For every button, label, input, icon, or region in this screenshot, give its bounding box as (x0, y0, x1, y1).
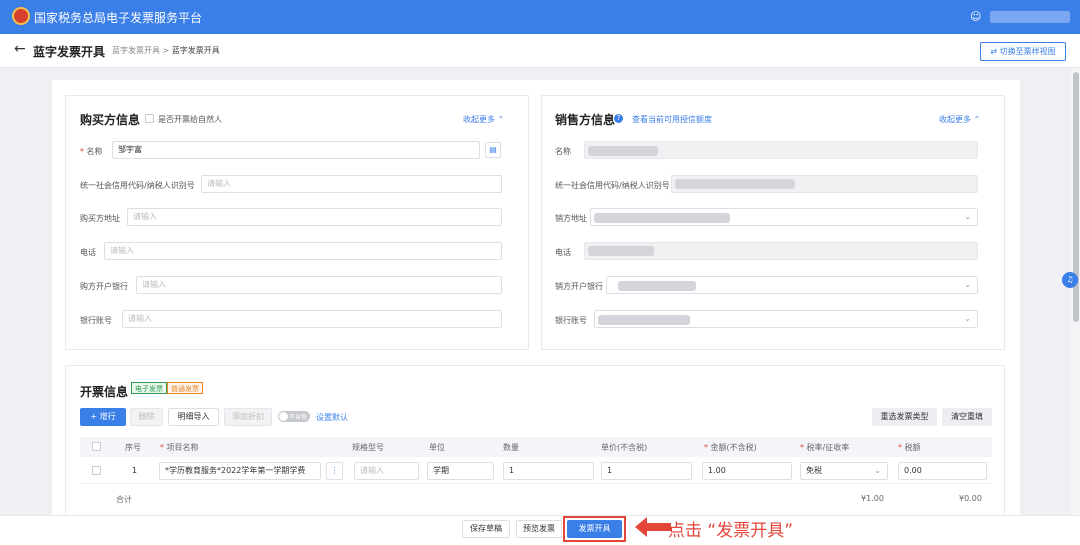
col-tax-rate: * 税率/征收率 (800, 443, 850, 452)
switch-view-label: 切换至票样视图 (999, 47, 1056, 56)
col-index: 序号 (125, 443, 141, 452)
breadcrumb: 蓝字发票开具 > 蓝字发票开具 (112, 45, 220, 56)
select-all-checkbox[interactable] (92, 442, 101, 451)
buyer-address-label: 购买方地址 (80, 214, 120, 223)
headset-icon[interactable]: ♫ (1062, 272, 1078, 288)
breadcrumb-current: 蓝字发票开具 (171, 46, 220, 55)
seller-panel-title: 销售方信息 (555, 113, 616, 127)
chevron-down-icon: ⌄ (964, 212, 971, 221)
col-spec: 规格型号 (352, 443, 384, 452)
col-unit-price: 单价(不含税) (601, 443, 648, 452)
unit-input[interactable]: 学期 (427, 462, 494, 480)
col-quantity: 数量 (503, 443, 519, 452)
tax-rate-value: 免税 (806, 466, 822, 475)
tax-amount-input[interactable]: 0.00 (898, 462, 987, 480)
buyer-taxid-label: 统一社会信用代码/纳税人识别号 (80, 181, 195, 190)
buyer-collapse-link[interactable]: 收起更多 ⌃ (463, 114, 504, 125)
seller-address-redacted (594, 213, 730, 223)
tax-rate-select[interactable]: 免税 ⌄ (800, 462, 888, 480)
seller-phone-redacted (588, 246, 654, 256)
user-name-redacted[interactable] (990, 11, 1070, 23)
row-checkbox[interactable] (92, 466, 101, 475)
tax-inclusive-toggle[interactable]: 不含税 (278, 411, 310, 422)
col-item-name: * 项目名称 (160, 443, 199, 452)
buyer-lookup-icon[interactable]: ▤ (485, 142, 501, 158)
buyer-phone-label: 电话 (80, 248, 96, 257)
switch-view-button[interactable]: ⇄ 切换至票样视图 (980, 42, 1066, 61)
clear-refill-button[interactable]: 清空重填 (942, 408, 992, 426)
unit-price-input[interactable]: 1 (601, 462, 692, 480)
back-arrow-icon[interactable]: ← (14, 41, 26, 57)
col-unit: 单位 (429, 443, 445, 452)
total-tax: ¥0.00 (959, 494, 982, 503)
save-draft-button[interactable]: 保存草稿 (462, 520, 510, 538)
add-row-button[interactable]: + 增行 (80, 408, 126, 426)
buyer-name-input[interactable]: 邹宇富 (112, 141, 480, 159)
preview-invoice-button[interactable]: 预览发票 (516, 520, 562, 538)
seller-collapse-link[interactable]: 收起更多 ⌃ (939, 114, 980, 125)
amount-input[interactable]: 1.00 (702, 462, 792, 480)
breadcrumb-parent[interactable]: 蓝字发票开具 (112, 46, 160, 55)
toggle-knob (279, 412, 288, 421)
chevron-down-icon: ⌄ (964, 280, 971, 289)
item-name-input[interactable]: *学历教育服务*2022学年第一学期学费 (159, 462, 321, 480)
app-title: 国家税务总局电子发票服务平台 (34, 11, 203, 25)
tax-emblem-logo (12, 7, 30, 25)
seller-bank-label: 销方开户银行 (555, 282, 603, 291)
buyer-bank-label: 购方开户银行 (80, 282, 128, 291)
quantity-input[interactable]: 1 (503, 462, 594, 480)
spec-input[interactable]: 请输入 (354, 462, 419, 480)
breadcrumb-separator: > (162, 46, 170, 55)
total-label: 合计 (116, 495, 132, 504)
annotation-arrow-icon (635, 517, 671, 537)
ordinary-invoice-tag: 普通发票 (167, 382, 203, 394)
issue-button-highlight (563, 516, 626, 542)
electronic-invoice-tag: 电子发票 (131, 382, 167, 394)
item-more-button[interactable]: ⋮ (326, 462, 343, 480)
seller-account-redacted (598, 315, 690, 325)
add-discount-button[interactable]: 添加折扣 (224, 408, 272, 426)
credit-limit-link[interactable]: 查看当前可用授信额度 (632, 114, 712, 125)
seller-taxid-redacted (675, 179, 795, 189)
chevron-down-icon: ⌄ (964, 314, 971, 323)
page-title: 蓝字发票开具 (33, 45, 106, 59)
set-default-link[interactable]: 设置默认 (316, 412, 348, 423)
seller-taxid-label: 统一社会信用代码/纳税人识别号 (555, 181, 670, 190)
user-icon[interactable]: ☺ (970, 10, 981, 23)
seller-name-redacted (588, 146, 658, 156)
toggle-label: 不含税 (289, 414, 308, 421)
top-bar: 国家税务总局电子发票服务平台 ☺ (0, 0, 1080, 34)
seller-account-label: 银行账号 (555, 316, 587, 325)
invoice-panel-title: 开票信息 (80, 385, 129, 399)
buyer-address-input[interactable]: 请输入 (127, 208, 502, 226)
seller-address-label: 销方地址 (555, 214, 587, 223)
seller-bank-redacted (618, 281, 696, 291)
total-amount: ¥1.00 (861, 494, 884, 503)
seller-phone-label: 电话 (555, 248, 571, 257)
buyer-account-label: 银行账号 (80, 316, 112, 325)
buyer-panel-title: 购买方信息 (80, 113, 141, 127)
row-index: 1 (132, 466, 138, 475)
buyer-taxid-input[interactable]: 请输入 (201, 175, 502, 193)
import-detail-button[interactable]: 明细导入 (168, 408, 219, 426)
natural-person-checkbox[interactable] (145, 114, 154, 123)
chevron-down-icon: ⌄ (874, 466, 881, 475)
buyer-name-label: * 名称 (80, 147, 103, 156)
delete-button[interactable]: 删除 (130, 408, 163, 426)
table-header (80, 437, 992, 457)
buyer-bank-input[interactable]: 请输入 (136, 276, 502, 294)
annotation-text: 点击 “发票开具” (668, 521, 794, 541)
natural-person-label: 是否开票给自然人 (158, 115, 222, 124)
buyer-account-input[interactable]: 请输入 (122, 310, 502, 328)
seller-name-label: 名称 (555, 147, 571, 156)
reselect-invoice-type-button[interactable]: 重选发票类型 (872, 408, 937, 426)
col-tax-amount: * 税额 (898, 443, 921, 452)
info-icon[interactable]: ? (614, 114, 623, 123)
buyer-phone-input[interactable]: 请输入 (104, 242, 502, 260)
col-amount: * 金额(不含税) (704, 443, 757, 452)
page-header: ← 蓝字发票开具 蓝字发票开具 > 蓝字发票开具 ⇄ 切换至票样视图 (0, 34, 1080, 68)
